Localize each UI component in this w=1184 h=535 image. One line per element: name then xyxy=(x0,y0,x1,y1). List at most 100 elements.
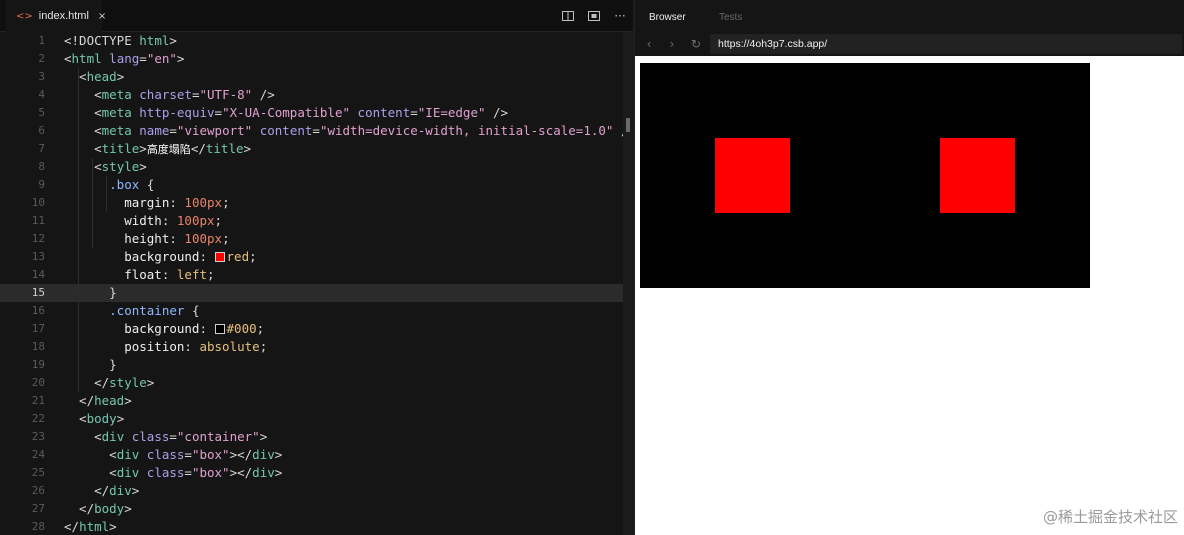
browser-nav-bar: ‹ › ↻ https://4oh3p7.csb.app/ xyxy=(635,32,1184,56)
code-line[interactable]: 2 <html lang="en"> xyxy=(0,50,623,68)
code-line[interactable]: 7 <title>高度塌陷</title> xyxy=(0,140,623,158)
code-token: </ xyxy=(64,483,110,498)
split-editor-icon[interactable] xyxy=(561,9,575,23)
tab-label: index.html xyxy=(38,10,89,22)
editor-scrollbar-thumb[interactable] xyxy=(626,118,630,132)
code-token: div xyxy=(116,465,140,480)
tab-tests[interactable]: Tests xyxy=(719,12,742,23)
code-token: > xyxy=(274,447,283,462)
code-token: div xyxy=(101,429,125,444)
code-token: head xyxy=(86,69,117,84)
code-line[interactable]: 4 <meta charset="UTF-8" /> xyxy=(0,86,623,104)
code-editor: <> index.html × ··· 1 <!DOCTYPE html> 2 <ht… xyxy=(0,0,633,535)
code-line[interactable]: 6 <meta name="viewport" content="width=d… xyxy=(0,122,623,140)
reload-icon[interactable]: ↻ xyxy=(689,36,703,52)
html-file-icon: <> xyxy=(16,10,33,22)
code-token: < xyxy=(64,87,102,102)
code-line[interactable]: 16 .container { xyxy=(0,302,623,320)
code-token: > xyxy=(146,375,155,390)
code-line[interactable]: 15 } xyxy=(0,284,623,302)
preview-icon[interactable] xyxy=(587,9,601,23)
indent-guide xyxy=(78,68,79,392)
code-line[interactable]: 8 <style> xyxy=(0,158,623,176)
code-token: "width=device-width, initial-scale=1.0" xyxy=(319,123,614,138)
line-number: 28 xyxy=(31,520,45,533)
code-area[interactable]: 1 <!DOCTYPE html> 2 <html lang="en"> 3 <head… xyxy=(0,32,623,535)
code-line[interactable]: 22 <body> xyxy=(0,410,623,428)
line-number: 19 xyxy=(31,358,45,371)
code-line[interactable]: 11 width: 100px; xyxy=(0,212,623,230)
tab-index-html[interactable]: <> index.html × xyxy=(6,0,106,32)
code-line[interactable]: 20 </style> xyxy=(0,374,623,392)
line-number: 5 xyxy=(38,106,45,119)
code-token: { xyxy=(184,303,200,318)
editor-scrollbar[interactable] xyxy=(623,32,633,535)
browser-viewport xyxy=(635,56,1184,535)
code-token: height xyxy=(64,231,170,246)
code-token: red xyxy=(226,249,250,264)
code-token: </ xyxy=(64,501,95,516)
code-line[interactable]: 18 position: absolute; xyxy=(0,338,623,356)
back-icon[interactable]: ‹ xyxy=(642,36,656,52)
browser-tab-bar: Browser Tests xyxy=(635,0,1184,32)
code-line[interactable]: 26 </div> xyxy=(0,482,623,500)
forward-icon[interactable]: › xyxy=(665,36,679,52)
code-line[interactable]: 3 <head> xyxy=(0,68,623,86)
code-text: <head> xyxy=(64,68,124,86)
code-token: "X-UA-Compatible" xyxy=(222,105,351,120)
code-token: : xyxy=(161,213,177,228)
code-line[interactable]: 28 </html> xyxy=(0,518,623,535)
line-number: 17 xyxy=(31,322,45,335)
code-text: <div class="container"> xyxy=(64,428,267,446)
code-line[interactable]: 1 <!DOCTYPE html> xyxy=(0,32,623,50)
code-line[interactable]: 23 <div class="container"> xyxy=(0,428,623,446)
line-number: 15 xyxy=(31,286,45,299)
code-text: <meta name="viewport" content="width=dev… xyxy=(64,122,623,140)
code-token: > xyxy=(131,483,140,498)
code-token: = xyxy=(184,465,192,480)
code-token: = xyxy=(214,105,223,120)
code-line[interactable]: 17 background: #000; xyxy=(0,320,623,338)
code-line[interactable]: 19 } xyxy=(0,356,623,374)
code-token: > xyxy=(124,501,132,516)
code-token: > xyxy=(169,33,177,48)
code-token: < xyxy=(64,69,87,84)
code-line[interactable]: 21 </head> xyxy=(0,392,623,410)
code-text: <div class="box"></div> xyxy=(64,446,282,464)
code-token: /> xyxy=(613,123,623,138)
code-token: ; xyxy=(249,249,257,264)
code-token: ; xyxy=(207,267,215,282)
tab-browser[interactable]: Browser xyxy=(649,12,686,23)
url-bar[interactable]: https://4oh3p7.csb.app/ xyxy=(710,34,1182,54)
code-token: /> xyxy=(252,87,275,102)
code-line[interactable]: 5 <meta http-equiv="X-UA-Compatible" con… xyxy=(0,104,623,122)
code-line[interactable]: 25 <div class="box"></div> xyxy=(0,464,623,482)
line-number: 8 xyxy=(38,160,45,173)
code-text: background: red; xyxy=(64,248,257,266)
code-token: meta xyxy=(101,105,132,120)
line-number: 22 xyxy=(31,412,45,425)
code-line[interactable]: 24 <div class="box"></div> xyxy=(0,446,623,464)
code-line[interactable]: 10 margin: 100px; xyxy=(0,194,623,212)
code-token: content xyxy=(252,123,313,138)
browser-pane: Browser Tests ‹ › ↻ https://4oh3p7.csb.a… xyxy=(635,0,1184,535)
close-icon[interactable]: × xyxy=(98,11,106,22)
indent-guide xyxy=(92,158,93,248)
code-line[interactable]: 9 .box { xyxy=(0,176,623,194)
line-number: 1 xyxy=(38,34,45,47)
code-token: head xyxy=(94,393,125,408)
line-number: 14 xyxy=(31,268,45,281)
code-line[interactable]: 12 height: 100px; xyxy=(0,230,623,248)
code-line[interactable]: 13 background: red; xyxy=(0,248,623,266)
code-token: < xyxy=(64,141,102,156)
code-token: absolute xyxy=(199,339,260,354)
code-text: <body> xyxy=(64,410,124,428)
code-token: body xyxy=(86,411,117,426)
code-line[interactable]: 27 </body> xyxy=(0,500,623,518)
code-token: > xyxy=(139,159,147,174)
line-number: 25 xyxy=(31,466,45,479)
code-token: "viewport" xyxy=(176,123,253,138)
more-icon[interactable]: ··· xyxy=(613,9,627,23)
code-line[interactable]: 14 float: left; xyxy=(0,266,623,284)
code-text: position: absolute; xyxy=(64,338,267,356)
